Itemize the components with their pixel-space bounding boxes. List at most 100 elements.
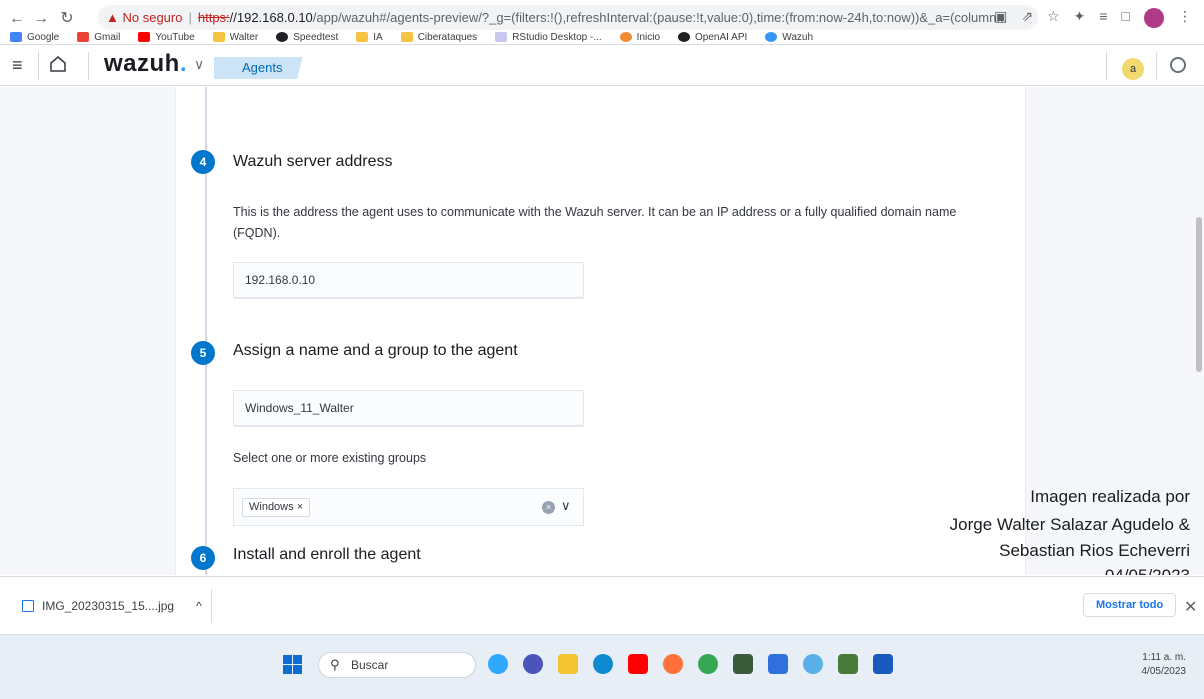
- chrome-icon[interactable]: [698, 654, 718, 674]
- extensions-icon[interactable]: ✦: [1074, 8, 1086, 28]
- step-number-6: 6: [191, 546, 215, 570]
- step-number-5: 5: [191, 341, 215, 365]
- step-title-name-group: Assign a name and a group to the agent: [233, 342, 518, 359]
- forward-arrow-icon[interactable]: →: [30, 8, 52, 30]
- profile-avatar[interactable]: [1144, 8, 1164, 28]
- browser-actions: ▣ ⇗ ☆ ✦ ≡ □ ⋮: [994, 8, 1192, 28]
- reading-list-icon[interactable]: ≡: [1099, 8, 1107, 28]
- app-header: ≡ wazuh. ∨ Agents a: [0, 46, 1204, 86]
- system-clock[interactable]: 1:11 a. m. 4/05/2023: [1142, 651, 1187, 679]
- groups-label: Select one or more existing groups: [233, 451, 427, 465]
- jupyter-icon[interactable]: [768, 654, 788, 674]
- wazuh-logo[interactable]: wazuh.: [104, 50, 187, 78]
- group-chip[interactable]: Windows ×: [242, 498, 311, 517]
- watermark-line: Imagen realizada por: [1030, 487, 1190, 506]
- warning-icon: ▲: [106, 10, 123, 25]
- youtube-app-icon[interactable]: [628, 654, 648, 674]
- image-file-icon: [22, 600, 34, 612]
- firefox-icon[interactable]: [663, 654, 683, 674]
- download-shelf: IMG_20230315_15....jpg ^ Mostrar todo ✕: [0, 576, 1204, 633]
- breadcrumb-agents[interactable]: Agents: [214, 57, 303, 79]
- terminal-icon[interactable]: [733, 654, 753, 674]
- step-title-install: Install and enroll the agent: [233, 546, 421, 563]
- back-arrow-icon[interactable]: ←: [6, 8, 28, 30]
- bookmark-ciberataques[interactable]: Ciberataques: [400, 32, 477, 43]
- image-app-icon[interactable]: [838, 654, 858, 674]
- bookmarks-bar: Google Gmail YouTube Walter Speedtest IA…: [0, 29, 1204, 45]
- bookmark-wazuh[interactable]: Wazuh: [765, 32, 813, 43]
- show-all-button[interactable]: Mostrar todo: [1083, 593, 1177, 617]
- server-address-input[interactable]: 192.168.0.10: [233, 262, 584, 299]
- chevron-up-icon[interactable]: ^: [196, 599, 202, 613]
- watermark-line: 04/05/2023: [1105, 563, 1190, 575]
- clock-date: 4/05/2023: [1141, 666, 1187, 677]
- bing-icon[interactable]: [488, 654, 508, 674]
- chip-remove-icon[interactable]: ×: [297, 501, 303, 513]
- edge-icon[interactable]: [593, 654, 613, 674]
- groups-combobox[interactable]: Windows × × ∨: [233, 488, 584, 526]
- step-title-server-address: Wazuh server address: [233, 153, 393, 170]
- bookmark-gmail[interactable]: Gmail: [77, 32, 120, 43]
- bookmark-google[interactable]: Google: [10, 32, 59, 43]
- bookmark-rstudio[interactable]: RStudio Desktop -...: [495, 32, 602, 43]
- home-icon[interactable]: [48, 54, 68, 74]
- agent-name-input[interactable]: Windows_11_Walter: [233, 390, 584, 427]
- header-divider: [88, 52, 89, 80]
- folder-icon: [356, 32, 369, 42]
- bookmark-youtube[interactable]: YouTube: [138, 32, 195, 43]
- scrollbar-thumb[interactable]: [1196, 217, 1202, 372]
- deploy-agent-panel: 4 Wazuh server address This is the addre…: [175, 87, 1026, 575]
- windows-start-icon[interactable]: [283, 655, 302, 674]
- google-icon: [10, 32, 22, 42]
- menu-kebab-icon[interactable]: ⋮: [1178, 8, 1192, 28]
- onedrive-icon[interactable]: [803, 654, 823, 674]
- bookmark-star-icon[interactable]: ☆: [1047, 8, 1060, 28]
- chevron-down-icon[interactable]: ∨: [194, 56, 204, 73]
- server-address-description: This is the address the agent uses to co…: [233, 205, 957, 240]
- bookmark-openai[interactable]: OpenAI API: [678, 32, 747, 43]
- watermark-line: Sebastian Rios Echeverri: [999, 541, 1190, 560]
- url-host: //192.168.0.10: [229, 10, 313, 25]
- url-scheme: https:: [197, 10, 230, 25]
- header-divider: [38, 52, 39, 80]
- rstudio-icon: [495, 32, 508, 42]
- taskbar-apps: [488, 654, 893, 674]
- inicio-icon: [619, 32, 632, 42]
- windows-taskbar: ⚲ Buscar 1:11 a. m. 4/05/2023: [0, 634, 1204, 699]
- reload-icon[interactable]: ↻: [56, 8, 78, 30]
- folder-icon: [212, 32, 225, 42]
- taskbar-search[interactable]: ⚲ Buscar: [318, 652, 476, 678]
- watermark-line: Jorge Walter Salazar Agudelo &: [949, 515, 1190, 534]
- wazuh-icon: [765, 32, 778, 42]
- teams-chat-icon[interactable]: [523, 654, 543, 674]
- bookmark-inicio[interactable]: Inicio: [619, 32, 660, 43]
- step-number-4: 4: [191, 150, 215, 174]
- omnibox-divider: |: [188, 10, 192, 25]
- hamburger-menu-icon[interactable]: ≡: [12, 55, 23, 76]
- search-icon: ⚲: [330, 657, 340, 672]
- translate-icon[interactable]: ▣: [994, 8, 1007, 28]
- download-file-name: IMG_20230315_15....jpg: [42, 599, 175, 613]
- address-bar[interactable]: ▲ No seguro | https://192.168.0.10/app/waz…: [98, 5, 1038, 30]
- bookmark-speedtest[interactable]: Speedtest: [276, 32, 338, 43]
- url-path: /app/wazuh#/agents-preview/?_g=(filters:…: [312, 10, 1008, 25]
- gmail-icon: [77, 32, 90, 42]
- download-divider: [211, 589, 212, 623]
- word-icon[interactable]: [873, 654, 893, 674]
- youtube-icon: [138, 32, 151, 42]
- bookmark-ia[interactable]: IA: [356, 32, 383, 43]
- speedtest-icon: [276, 32, 289, 42]
- share-icon[interactable]: ⇗: [1021, 8, 1033, 28]
- header-divider: [1156, 52, 1157, 80]
- side-panel-icon[interactable]: □: [1122, 8, 1130, 28]
- openai-icon: [678, 32, 691, 42]
- clear-icon[interactable]: ×: [542, 501, 555, 514]
- chevron-down-icon[interactable]: ∨: [561, 498, 571, 514]
- file-explorer-icon[interactable]: [558, 654, 578, 674]
- download-item[interactable]: IMG_20230315_15....jpg ^: [22, 599, 202, 613]
- bookmark-walter[interactable]: Walter: [212, 32, 258, 43]
- close-icon[interactable]: ✕: [1184, 597, 1197, 617]
- help-icon[interactable]: [1170, 57, 1186, 73]
- user-avatar[interactable]: a: [1122, 58, 1144, 80]
- browser-toolbar: ← → ↻ ▲ No seguro | https://192.168.0.10/a…: [0, 0, 1204, 45]
